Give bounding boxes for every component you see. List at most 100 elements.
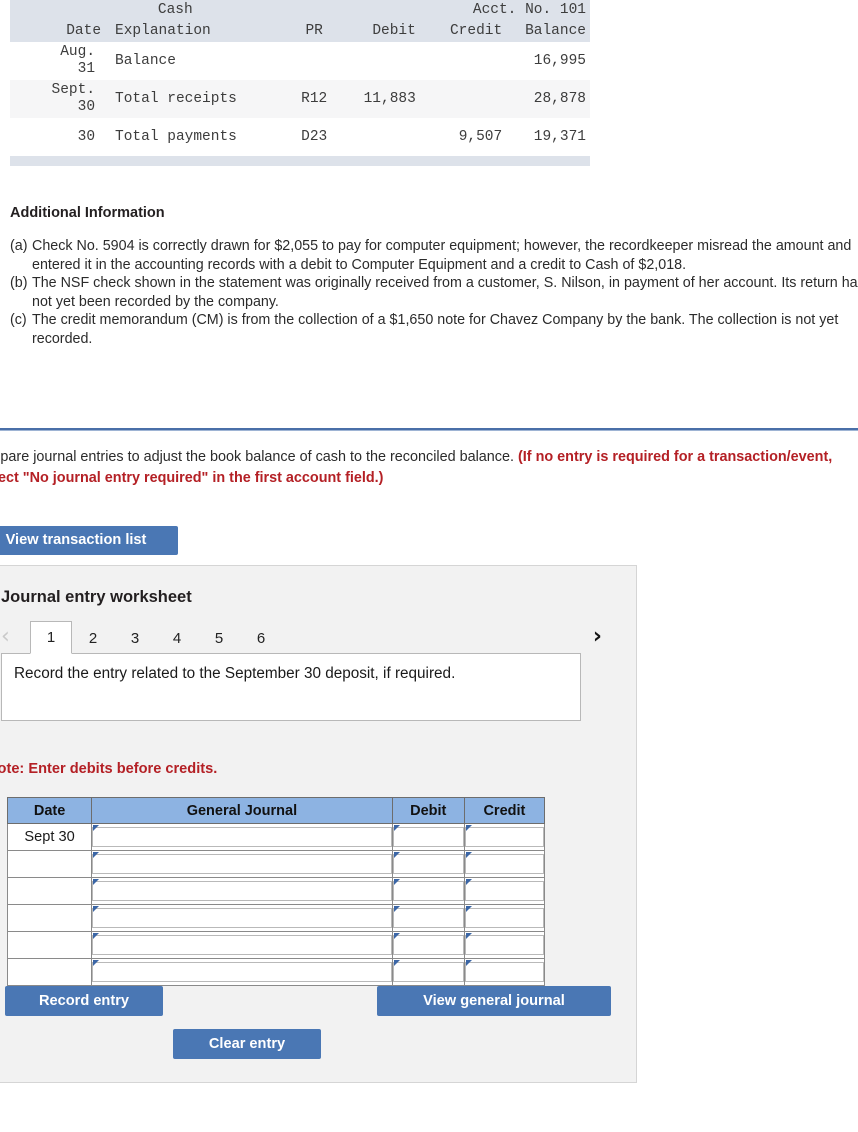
account-input[interactable]: [92, 881, 392, 901]
journal-credit-cell[interactable]: [463, 850, 546, 878]
journal-account-select[interactable]: [91, 931, 393, 959]
tab-6[interactable]: 6: [240, 624, 282, 654]
tab-1[interactable]: 1: [30, 621, 72, 654]
credit-input[interactable]: [464, 935, 544, 955]
dropdown-marker-icon: [393, 852, 400, 858]
journal-date-cell[interactable]: [6, 958, 93, 986]
chevron-right-icon[interactable]: ›: [593, 622, 602, 652]
view-general-journal-button[interactable]: View general journal: [377, 986, 611, 1016]
journal-debit-cell[interactable]: [391, 958, 465, 986]
journal-credit-cell[interactable]: [463, 877, 546, 905]
account-input[interactable]: [92, 962, 392, 982]
journal-credit-cell[interactable]: [463, 904, 546, 932]
table-row: [6, 931, 546, 959]
debit-input[interactable]: [392, 827, 464, 847]
ledger-cell-explanation: Total receipts: [107, 80, 288, 118]
ledger-footer-bar: [10, 156, 590, 166]
chevron-left-icon[interactable]: ‹: [1, 622, 10, 652]
journal-table-header-row: Date General Journal Debit Credit: [6, 797, 546, 824]
ledger-account-title: Cash: [10, 0, 341, 20]
dropdown-marker-icon: [393, 879, 400, 885]
cash-ledger-table: Cash Acct. No. 101 Date Explanation PR D…: [10, 0, 590, 166]
journal-col-date: Date: [6, 797, 93, 824]
ledger-col-debit: Debit: [340, 20, 420, 42]
debit-input[interactable]: [392, 962, 464, 982]
tab-3[interactable]: 3: [114, 624, 156, 654]
journal-date-cell[interactable]: [6, 904, 93, 932]
dropdown-marker-icon: [465, 825, 472, 831]
tab-list: 1 2 3 4 5 6: [30, 621, 282, 654]
dropdown-marker-icon: [93, 852, 100, 858]
debit-input[interactable]: [392, 881, 464, 901]
record-entry-button[interactable]: Record entry: [5, 986, 163, 1016]
additional-information-list: (a) Check No. 5904 is correctly drawn fo…: [10, 237, 858, 349]
account-input[interactable]: [92, 827, 392, 847]
question-prompt: Prepare journal entries to adjust the bo…: [0, 447, 858, 489]
ledger-cell-pr: D23: [287, 118, 341, 156]
dropdown-marker-icon: [465, 852, 472, 858]
dropdown-marker-icon: [93, 825, 100, 831]
journal-debit-cell[interactable]: [391, 850, 465, 878]
credit-input[interactable]: [464, 908, 544, 928]
journal-debit-cell[interactable]: [391, 904, 465, 932]
journal-debit-cell[interactable]: [391, 931, 465, 959]
tab-4[interactable]: 4: [156, 624, 198, 654]
ledger-date-day: 30: [77, 99, 96, 115]
credit-input[interactable]: [464, 881, 544, 901]
ledger-date-month: Sept.: [51, 82, 96, 98]
table-row: [6, 904, 546, 932]
prompt-main-text: Prepare journal entries to adjust the bo…: [0, 449, 518, 465]
journal-date-cell[interactable]: [6, 877, 93, 905]
journal-date-cell[interactable]: [6, 931, 93, 959]
item-text: Check No. 5904 is correctly drawn for $2…: [32, 238, 852, 273]
debit-input[interactable]: [392, 854, 464, 874]
journal-debit-cell[interactable]: [391, 877, 465, 905]
tab-5[interactable]: 5: [198, 624, 240, 654]
journal-account-select[interactable]: [91, 877, 393, 905]
dropdown-marker-icon: [93, 960, 100, 966]
list-item: (c) The credit memorandum (CM) is from t…: [10, 311, 858, 348]
ledger-cell-balance: 28,878: [506, 80, 590, 118]
journal-credit-cell[interactable]: [463, 823, 546, 851]
journal-credit-cell[interactable]: [463, 931, 546, 959]
dropdown-marker-icon: [93, 879, 100, 885]
ledger-account-number: Acct. No. 101: [340, 0, 590, 20]
table-row: [6, 877, 546, 905]
ledger-cell-debit: [340, 42, 420, 80]
credit-input[interactable]: [464, 827, 544, 847]
debit-input[interactable]: [392, 935, 464, 955]
item-text: The NSF check shown in the statement was…: [32, 275, 858, 310]
ledger-cell-credit: [419, 80, 507, 118]
ledger-cell-date: Sept. 30: [10, 80, 108, 118]
credit-input[interactable]: [464, 962, 544, 982]
worksheet-tabs: ‹ 1 2 3 4 5 6 ›: [1, 621, 613, 654]
ledger-col-pr: PR: [287, 20, 341, 42]
journal-account-select[interactable]: [91, 850, 393, 878]
debit-input[interactable]: [392, 908, 464, 928]
ledger-row: Aug. 31 Balance 16,995: [10, 42, 590, 80]
account-input[interactable]: [92, 854, 392, 874]
journal-date-cell[interactable]: Sept 30: [6, 823, 93, 851]
account-input[interactable]: [92, 908, 392, 928]
ledger-cell-debit: 11,883: [340, 80, 420, 118]
account-input[interactable]: [92, 935, 392, 955]
journal-col-credit: Credit: [463, 797, 546, 824]
journal-account-select[interactable]: [91, 904, 393, 932]
clear-entry-button[interactable]: Clear entry: [173, 1029, 321, 1059]
credit-input[interactable]: [464, 854, 544, 874]
additional-information-section: Additional Information (a) Check No. 590…: [10, 205, 858, 349]
journal-date-cell[interactable]: [6, 850, 93, 878]
item-label: (a): [10, 238, 28, 254]
journal-debit-cell[interactable]: [391, 823, 465, 851]
ledger-cell-credit: [419, 42, 507, 80]
journal-credit-cell[interactable]: [463, 958, 546, 986]
journal-col-general-journal: General Journal: [91, 797, 393, 824]
dropdown-marker-icon: [393, 933, 400, 939]
ledger-cell-pr: R12: [287, 80, 341, 118]
list-item: (a) Check No. 5904 is correctly drawn fo…: [10, 237, 858, 274]
tab-2[interactable]: 2: [72, 624, 114, 654]
journal-account-select[interactable]: [91, 958, 393, 986]
ledger-cell-credit: 9,507: [419, 118, 507, 156]
journal-account-select[interactable]: [91, 823, 393, 851]
view-transaction-list-button[interactable]: View transaction list: [0, 526, 178, 555]
